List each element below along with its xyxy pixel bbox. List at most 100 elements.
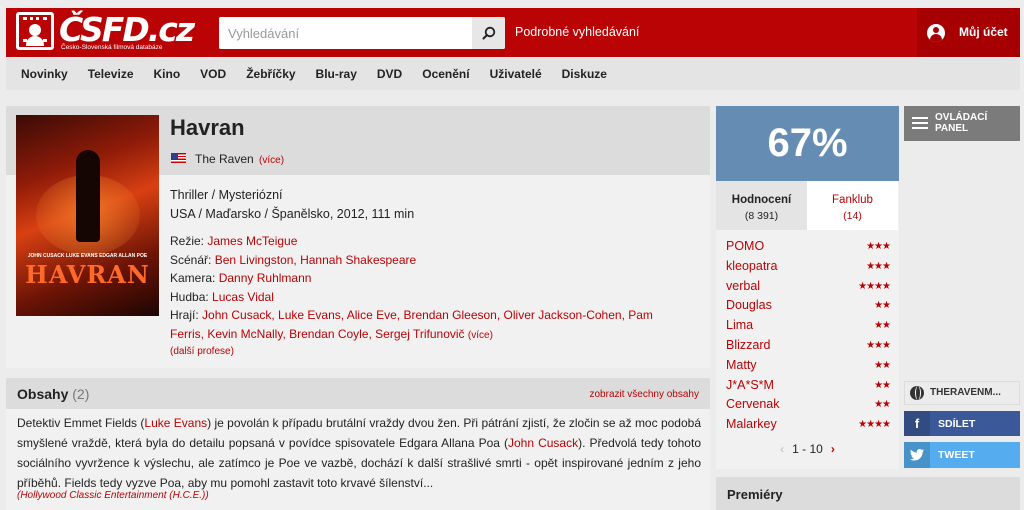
user-name-link[interactable]: Lima: [726, 318, 753, 332]
rating-panel: 67% Hodnocení (8 391) Fanklub (14) POMO ★…: [716, 106, 899, 469]
rating-tabs: Hodnocení (8 391) Fanklub (14): [716, 181, 899, 230]
account-label: Můj účet: [959, 25, 1008, 39]
user-ratings-list: POMO ★★★ kleopatra ★★★ verbal ★★★★ Douglas ★…: [726, 237, 891, 435]
credit-label: Hudba:: [170, 289, 209, 304]
alt-title-more-link[interactable]: (více): [259, 155, 284, 166]
twitter-tweet-button[interactable]: TWEET: [904, 442, 1020, 468]
user-name-link[interactable]: kleopatra: [726, 259, 777, 273]
actor-link[interactable]: Luke Evans: [144, 416, 207, 430]
user-rating-row: J*A*S*M ★★: [726, 376, 891, 396]
star-rating-icon: ★★★: [866, 241, 891, 252]
share-label: SDÍLET: [938, 418, 976, 430]
credit-cast: Hrají: John Cusack, Luke Evans, Alice Ev…: [170, 306, 690, 345]
credit-names[interactable]: James McTeigue: [207, 234, 297, 248]
nav-item-uzivatele[interactable]: Uživatelé: [490, 67, 542, 81]
advanced-search-link[interactable]: Podrobné vyhledávání: [515, 25, 639, 39]
main-nav: Novinky Televize Kino VOD Žebříčky Blu-r…: [6, 58, 1020, 90]
summary-source[interactable]: (Hollywood Classic Entertainment (H.C.E.…: [17, 490, 209, 501]
credit-screenplay: Scénář: Ben Livingston, Hannah Shakespea…: [170, 251, 690, 270]
nav-item-bluray[interactable]: Blu-ray: [316, 67, 357, 81]
user-name-link[interactable]: J*A*S*M: [726, 378, 774, 392]
credit-names[interactable]: John Cusack, Luke Evans, Alice Eve, Bren…: [170, 308, 653, 341]
nav-item-kino[interactable]: Kino: [154, 67, 181, 81]
nav-item-dvd[interactable]: DVD: [377, 67, 402, 81]
user-rating-row: Lima ★★: [726, 316, 891, 336]
poster-cast-text: JOHN CUSACK LUKE EVANS EDGAR ALLAN POE: [27, 253, 148, 259]
star-rating-icon: ★★: [874, 320, 891, 332]
actor-link[interactable]: John Cusack: [508, 436, 578, 450]
ratings-pager: ‹ 1 - 10 ›: [716, 442, 899, 456]
summary-text-part: Detektiv Emmet Fields (: [17, 416, 145, 430]
nav-item-novinky[interactable]: Novinky: [21, 67, 68, 81]
credit-names[interactable]: Danny Ruhlmann: [219, 271, 312, 285]
other-professions-link[interactable]: (další profese): [170, 346, 234, 357]
csfd-logo[interactable]: ČSFD.cz Česko-Slovenská filmová databáze: [16, 10, 195, 54]
nav-item-televize[interactable]: Televize: [88, 67, 134, 81]
user-rating-row: Malarkey ★★★★: [726, 415, 891, 435]
credit-label: Hrají:: [170, 308, 199, 322]
chevron-right-icon[interactable]: ›: [831, 442, 835, 456]
credit-label: Scénář:: [170, 252, 212, 267]
star-rating-icon: ★★★★: [858, 419, 891, 431]
official-site-link[interactable]: THERAVENM...: [904, 381, 1020, 405]
film-origin: USA / Maďarsko / Španělsko, 2012, 111 mi…: [170, 207, 415, 221]
nav-item-oceneni[interactable]: Ocenění: [422, 67, 469, 81]
show-all-summaries-link[interactable]: zobrazit všechny obsahy: [589, 389, 699, 400]
chevron-left-icon: ‹: [780, 442, 785, 456]
premieres-title: Premiéry: [727, 487, 783, 502]
summary-text: Detektiv Emmet Fields (Luke Evans) je po…: [17, 413, 701, 493]
search-box: [219, 17, 505, 49]
tab-fanclub-count: (14): [843, 210, 862, 222]
credit-label: Kamera:: [170, 271, 216, 285]
film-poster[interactable]: JOHN CUSACK LUKE EVANS EDGAR ALLAN POE H…: [16, 115, 159, 316]
search-input[interactable]: [219, 17, 469, 49]
user-rating-row: Cervenak ★★: [726, 395, 891, 415]
tab-ratings[interactable]: Hodnocení (8 391): [716, 181, 807, 230]
premieres-section-header: Premiéry: [716, 477, 1020, 510]
tab-fanclub[interactable]: Fanklub (14): [807, 181, 898, 230]
summary-panel: Obsahy (2) zobrazit všechny obsahy Detek…: [6, 378, 710, 510]
user-name-link[interactable]: Blizzard: [726, 338, 770, 352]
facebook-icon: f: [904, 411, 930, 436]
facebook-share-button[interactable]: f SDÍLET: [904, 411, 1020, 436]
user-rating-row: POMO ★★★: [726, 237, 891, 257]
credit-names[interactable]: Ben Livingston, Hannah Shakespeare: [215, 253, 416, 267]
user-rating-row: kleopatra ★★★: [726, 257, 891, 277]
film-person-icon: [16, 12, 54, 50]
film-title: Havran: [170, 115, 245, 140]
star-rating-icon: ★★: [874, 359, 891, 371]
search-button[interactable]: [472, 17, 505, 49]
credit-names[interactable]: Lucas Vidal: [212, 290, 274, 304]
user-name-link[interactable]: Cervenak: [726, 397, 780, 411]
account-button[interactable]: Můj účet: [917, 8, 1020, 57]
search-icon: [482, 26, 495, 40]
user-name-link[interactable]: Matty: [726, 358, 757, 372]
nav-item-vod[interactable]: VOD: [200, 67, 226, 81]
user-rating-row: verbal ★★★★: [726, 277, 891, 297]
user-name-link[interactable]: POMO: [726, 239, 764, 253]
star-rating-icon: ★★★: [866, 260, 891, 272]
top-header: ČSFD.cz Česko-Slovenská filmová databáze…: [6, 8, 1020, 57]
menu-icon: [912, 117, 928, 129]
tab-ratings-count: (8 391): [744, 210, 779, 222]
nav-item-zebricky[interactable]: Žebříčky: [246, 67, 295, 81]
control-panel-button[interactable]: OVLÁDACÍ PANEL: [904, 106, 1020, 141]
poster-title-text: HAVRAN: [25, 260, 150, 289]
tab-ratings-label: Hodnocení: [731, 194, 792, 206]
summary-count: (2): [72, 386, 90, 402]
usa-flag-icon: [171, 153, 186, 163]
twitter-icon: [904, 442, 930, 468]
nav-item-diskuze[interactable]: Diskuze: [562, 67, 607, 81]
credit-camera: Kamera: Danny Ruhlmann: [170, 269, 690, 288]
alt-title: The Raven (více): [195, 152, 284, 166]
official-site-label: THERAVENM...: [930, 387, 1001, 398]
logo-subtitle: Česko-Slovenská filmová databáze: [61, 44, 163, 51]
user-name-link[interactable]: verbal: [726, 279, 760, 293]
credit-director: Režie: James McTeigue: [170, 232, 690, 251]
user-name-link[interactable]: Malarkey: [726, 417, 777, 431]
rating-percent: 67%: [716, 106, 899, 181]
tweet-label: TWEET: [938, 449, 975, 461]
user-name-link[interactable]: Douglas: [726, 298, 772, 312]
control-panel-label: OVLÁDACÍ PANEL: [935, 112, 988, 134]
cast-more-link[interactable]: (více): [468, 330, 493, 341]
